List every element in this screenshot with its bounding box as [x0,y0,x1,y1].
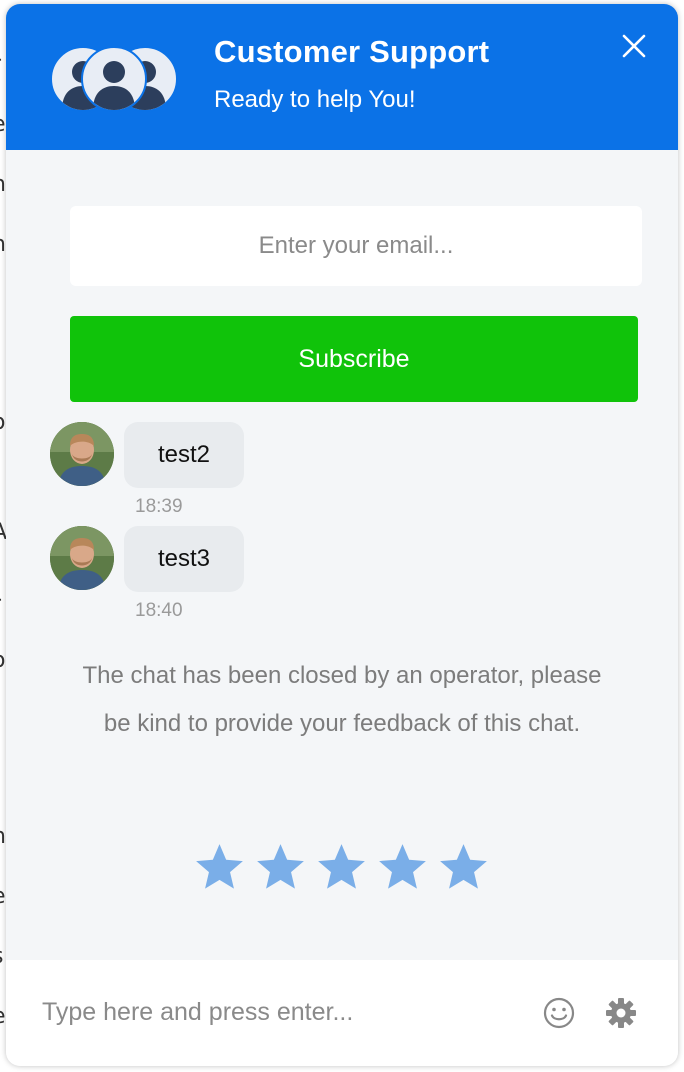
message-time: 18:39 [135,496,183,517]
message-bubble: test3 [124,526,244,592]
bg-letter: o [0,410,5,435]
chat-widget: Customer Support Ready to help You! Subs… [6,4,678,1066]
star-icon [440,844,487,889]
settings-button[interactable] [604,996,638,1030]
chat-message: test2 18:39 [50,422,450,532]
star-5-button[interactable] [436,840,491,895]
rating-stars [192,840,492,896]
gear-icon [606,998,636,1028]
star-icon [257,844,304,889]
bg-letter: s [0,944,3,969]
star-icon [196,844,243,889]
message-input[interactable] [40,986,524,1038]
operator-avatar [50,526,114,590]
close-icon [622,34,646,58]
agent-silhouette-icon [81,46,147,112]
bg-letter: r [0,52,1,77]
user-group-icon [50,46,180,112]
operator-avatar [50,422,114,486]
bg-letter: e [0,884,6,909]
star-2-button[interactable] [253,840,308,895]
star-icon [318,844,365,889]
header-title: Customer Support [214,34,490,69]
header-subtitle: Ready to help You! [214,86,416,113]
bg-letter: o [0,648,5,673]
emoji-button[interactable] [542,996,576,1030]
email-input[interactable] [70,206,642,286]
close-button[interactable] [618,30,650,62]
chat-closed-notice: The chat has been closed by an operator,… [82,662,602,737]
message-bubble: test2 [124,422,244,488]
message-composer [6,960,678,1066]
smiley-icon [543,997,575,1029]
star-3-button[interactable] [314,840,369,895]
chat-message: test3 18:40 [50,526,450,636]
bg-letter: e [0,112,6,137]
subscribe-button[interactable]: Subscribe [70,316,638,402]
star-icon [379,844,426,889]
chat-header: Customer Support Ready to help You! [6,4,678,150]
star-4-button[interactable] [375,840,430,895]
message-time: 18:40 [135,600,183,621]
bg-letter: r [0,592,1,617]
star-1-button[interactable] [192,840,247,895]
bg-letter: e [0,1004,6,1029]
